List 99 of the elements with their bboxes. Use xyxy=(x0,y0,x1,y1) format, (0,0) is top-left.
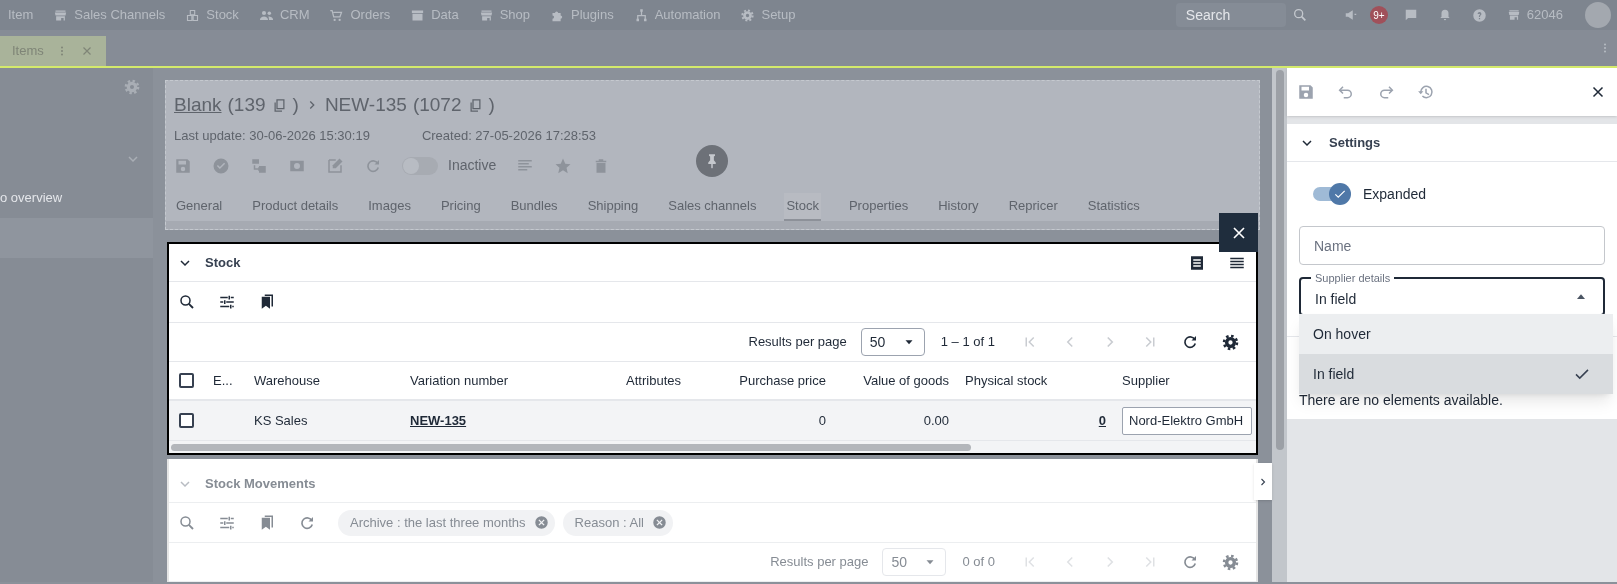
tab[interactable]: Shipping xyxy=(585,193,641,221)
copy-icon[interactable] xyxy=(467,97,483,113)
nav-menu-item[interactable]: Item xyxy=(8,5,34,25)
dropdown-option[interactable]: On hover xyxy=(1299,314,1613,354)
cart-icon xyxy=(329,7,345,23)
variation-link[interactable]: NEW-135 xyxy=(410,412,467,428)
breadcrumb-item: NEW-135 xyxy=(324,93,407,117)
nav-menu-item[interactable]: Plugins xyxy=(550,5,614,25)
tab[interactable]: Repricer xyxy=(1006,193,1060,221)
empty-message: There are no elements available. xyxy=(1298,391,1504,410)
table-cell-text: KS Sales xyxy=(254,411,309,430)
results-per-page-label: Results per page xyxy=(748,333,847,352)
per-page-select[interactable]: 50 xyxy=(860,328,925,356)
filter-chip[interactable]: Archive : the last three months xyxy=(338,509,555,536)
table-cell-text: 0 xyxy=(817,411,827,430)
table-cell-text: 0.00 xyxy=(922,411,950,430)
status-text: Inactive xyxy=(448,156,497,175)
tab[interactable]: Bundles xyxy=(508,193,560,221)
checkbox[interactable] xyxy=(179,413,194,428)
store-icon xyxy=(1506,8,1521,22)
created-text: Created: 27-05-2026 17:28:53 xyxy=(421,126,597,145)
stock-link[interactable]: 0 xyxy=(1098,412,1106,428)
item-count-end: ) xyxy=(292,93,299,117)
close-button[interactable] xyxy=(1219,213,1258,252)
per-page-select[interactable]: 50 xyxy=(882,548,947,576)
last-update-text: Last update: 30-06-2026 15:30:19 xyxy=(174,126,370,145)
redo-icon[interactable] xyxy=(1377,83,1395,101)
chat-icon[interactable] xyxy=(1403,8,1418,22)
save-icon[interactable] xyxy=(1297,83,1315,101)
page-range-text: 0 of 0 xyxy=(962,553,995,572)
column-header: Variation number xyxy=(410,371,510,390)
breadcrumb-link[interactable]: Blank xyxy=(174,91,222,120)
nav-menu-item[interactable]: Shop xyxy=(478,5,531,25)
nav-menu-item[interactable]: Data xyxy=(410,5,459,25)
tab[interactable]: Statistics xyxy=(1085,193,1142,221)
item-count: (139 xyxy=(227,93,266,117)
account-button[interactable]: 62046 xyxy=(1506,5,1563,25)
item-count: (1072 xyxy=(412,93,462,117)
remove-icon[interactable] xyxy=(651,515,667,530)
column-header: Value of goods xyxy=(862,371,950,390)
undo-icon[interactable] xyxy=(1337,83,1355,101)
search-field[interactable]: Search xyxy=(1175,3,1286,27)
field-label: Supplier details xyxy=(1311,271,1395,285)
column-header: Purchase price xyxy=(738,371,827,390)
nav-menu-item[interactable]: Sales Channels xyxy=(53,5,166,25)
column-header: Supplier xyxy=(1122,371,1171,390)
tab[interactable]: Pricing xyxy=(438,193,483,221)
name-field[interactable]: Name xyxy=(1299,226,1605,265)
tab[interactable]: General xyxy=(174,193,225,221)
nav-menu-item[interactable]: Orders xyxy=(329,5,391,25)
supplier-field[interactable]: Nord-Elektro GmbH xyxy=(1122,406,1252,435)
notification-badge: 9+ xyxy=(1369,6,1388,24)
sidebar-item[interactable]: o overview xyxy=(0,178,153,218)
dropdown-option[interactable]: In field xyxy=(1299,354,1613,394)
tab[interactable]: Images xyxy=(366,193,413,221)
pin-button[interactable] xyxy=(696,145,728,177)
column-header: Physical stock xyxy=(965,371,1049,390)
expanded-toggle[interactable] xyxy=(1311,182,1351,206)
tab[interactable]: Properties xyxy=(846,193,911,221)
tab[interactable]: History xyxy=(936,193,981,221)
nav-menu-item[interactable]: CRM xyxy=(258,5,310,25)
nav-menu-item[interactable]: Stock xyxy=(185,5,239,25)
card-view-icon[interactable] xyxy=(1188,253,1206,272)
swap-icon[interactable] xyxy=(250,156,268,175)
horizontal-scrollbar[interactable] xyxy=(171,443,971,451)
checkbox[interactable] xyxy=(179,373,194,388)
expand-panel-button[interactable] xyxy=(1254,463,1272,500)
search-icon[interactable] xyxy=(178,293,196,311)
results-per-page-label: Results per page xyxy=(770,553,869,572)
nav-menu-item[interactable]: Setup xyxy=(740,5,796,25)
section-title: Settings xyxy=(1329,133,1381,152)
section-title: Stock Movements xyxy=(205,474,316,493)
remove-icon[interactable] xyxy=(533,515,549,530)
boxes-icon xyxy=(185,7,201,23)
vertical-scrollbar[interactable] xyxy=(1275,70,1284,450)
history-icon[interactable] xyxy=(1417,83,1435,101)
settings-icon[interactable] xyxy=(1221,332,1240,352)
filter-sliders-icon[interactable] xyxy=(218,293,236,311)
nav-menu-item[interactable]: Automation xyxy=(633,5,721,25)
settings-icon xyxy=(740,7,756,23)
tab[interactable]: Sales channels xyxy=(666,193,759,221)
copy-icon[interactable] xyxy=(271,97,287,113)
item-count-end: ) xyxy=(488,93,495,117)
refresh-icon[interactable] xyxy=(1181,333,1199,351)
page-range-text: 1 – 1 of 1 xyxy=(940,333,995,352)
help-icon[interactable] xyxy=(1471,7,1487,23)
tab[interactable]: Product details xyxy=(250,193,341,221)
select-value: In field xyxy=(1315,290,1357,309)
avatar-icon[interactable] xyxy=(1585,2,1611,28)
filter-chip[interactable]: Reason : All xyxy=(562,509,673,536)
save-icon[interactable] xyxy=(174,156,192,175)
tab[interactable]: Stock xyxy=(784,193,821,221)
column-header: Warehouse xyxy=(254,371,321,390)
edit-icon[interactable] xyxy=(326,156,344,175)
column-header: Attributes xyxy=(625,371,682,390)
section-title: Stock xyxy=(205,253,241,272)
megaphone-icon[interactable] xyxy=(1343,8,1358,22)
column-header: E... xyxy=(213,371,234,390)
toggle-label: Expanded xyxy=(1363,184,1427,204)
